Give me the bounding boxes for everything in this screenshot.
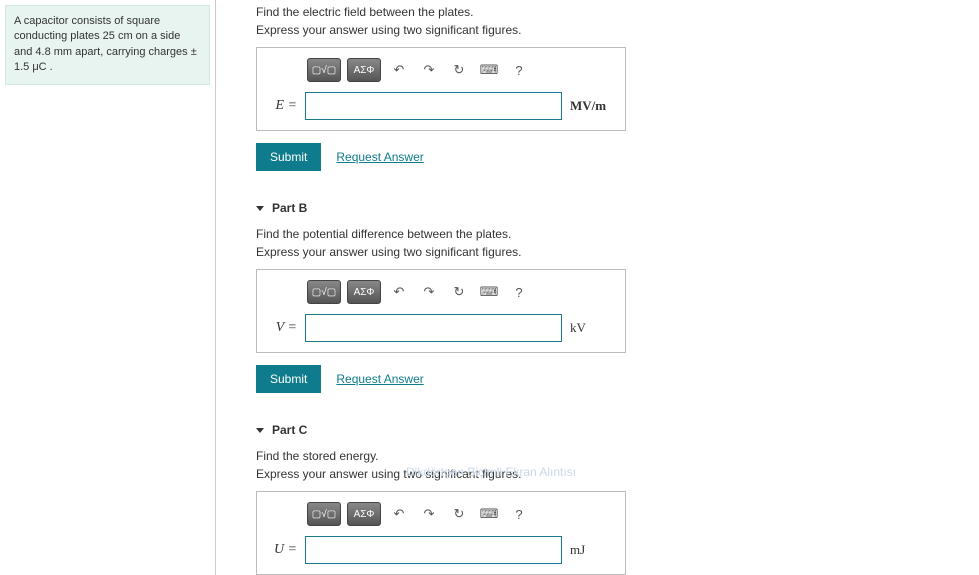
part-b: Part B Find the potential difference bet… [256, 201, 979, 393]
part-c-instruction-row: Express your answer using two significan… [256, 467, 979, 481]
reset-icon[interactable]: ↻ [447, 58, 471, 82]
undo-icon[interactable]: ↶ [387, 502, 411, 526]
part-b-toolbar: ▢√▢ ΑΣΦ ↶ ↷ ↻ ⌨ ? [267, 280, 615, 304]
greek-button[interactable]: ΑΣΦ [347, 280, 381, 304]
part-b-header[interactable]: Part B [256, 201, 979, 215]
part-c-prompt: Find the stored energy. [256, 449, 979, 463]
part-c: Part C Find the stored energy. Express y… [256, 423, 979, 575]
problem-text: A capacitor consists of square conductin… [14, 15, 197, 73]
part-a-prompt: Find the electric field between the plat… [256, 5, 979, 19]
keyboard-icon[interactable]: ⌨ [477, 58, 501, 82]
reset-icon[interactable]: ↻ [447, 280, 471, 304]
part-a-variable: E = [267, 98, 297, 114]
undo-icon[interactable]: ↶ [387, 58, 411, 82]
reset-icon[interactable]: ↻ [447, 502, 471, 526]
undo-icon[interactable]: ↶ [387, 280, 411, 304]
chevron-down-icon [256, 206, 264, 211]
keyboard-icon[interactable]: ⌨ [477, 280, 501, 304]
part-a-request-link[interactable]: Request Answer [336, 150, 423, 164]
help-icon[interactable]: ? [507, 280, 531, 304]
part-b-variable: V = [267, 320, 297, 336]
templates-button[interactable]: ▢√▢ [307, 58, 341, 82]
greek-button[interactable]: ΑΣΦ [347, 58, 381, 82]
part-a-submit-button[interactable]: Submit [256, 143, 321, 171]
part-c-label: Part C [272, 423, 307, 437]
redo-icon[interactable]: ↷ [417, 502, 441, 526]
part-a-input[interactable] [305, 92, 562, 120]
problem-statement: A capacitor consists of square conductin… [5, 5, 210, 85]
part-b-unit: kV [570, 320, 615, 336]
redo-icon[interactable]: ↷ [417, 280, 441, 304]
part-b-answer-box: ▢√▢ ΑΣΦ ↶ ↷ ↻ ⌨ ? V = kV [256, 269, 626, 353]
part-c-instruction: Express your answer using two significan… [256, 467, 521, 481]
part-c-unit: mJ [570, 542, 615, 558]
part-c-input[interactable] [305, 536, 562, 564]
part-c-header[interactable]: Part C [256, 423, 979, 437]
help-icon[interactable]: ? [507, 58, 531, 82]
help-icon[interactable]: ? [507, 502, 531, 526]
part-b-instruction: Express your answer using two significan… [256, 245, 979, 259]
part-b-input[interactable] [305, 314, 562, 342]
greek-button[interactable]: ΑΣΦ [347, 502, 381, 526]
redo-icon[interactable]: ↷ [417, 58, 441, 82]
part-b-submit-button[interactable]: Submit [256, 365, 321, 393]
part-a-instruction: Express your answer using two significan… [256, 23, 979, 37]
templates-button[interactable]: ▢√▢ [307, 502, 341, 526]
main-content: Find the electric field between the plat… [215, 0, 979, 575]
part-b-prompt: Find the potential difference between th… [256, 227, 979, 241]
templates-button[interactable]: ▢√▢ [307, 280, 341, 304]
part-c-variable: U = [267, 542, 297, 558]
part-a-answer-box: ▢√▢ ΑΣΦ ↶ ↷ ↻ ⌨ ? E = MV/m [256, 47, 626, 131]
part-c-answer-box: ▢√▢ ΑΣΦ ↶ ↷ ↻ ⌨ ? U = mJ [256, 491, 626, 575]
part-c-toolbar: ▢√▢ ΑΣΦ ↶ ↷ ↻ ⌨ ? [267, 502, 615, 526]
part-b-request-link[interactable]: Request Answer [336, 372, 423, 386]
keyboard-icon[interactable]: ⌨ [477, 502, 501, 526]
chevron-down-icon [256, 428, 264, 433]
part-a: Find the electric field between the plat… [256, 5, 979, 171]
part-a-toolbar: ▢√▢ ΑΣΦ ↶ ↷ ↻ ⌨ ? [267, 58, 615, 82]
part-b-label: Part B [272, 201, 307, 215]
part-a-unit: MV/m [570, 98, 615, 114]
